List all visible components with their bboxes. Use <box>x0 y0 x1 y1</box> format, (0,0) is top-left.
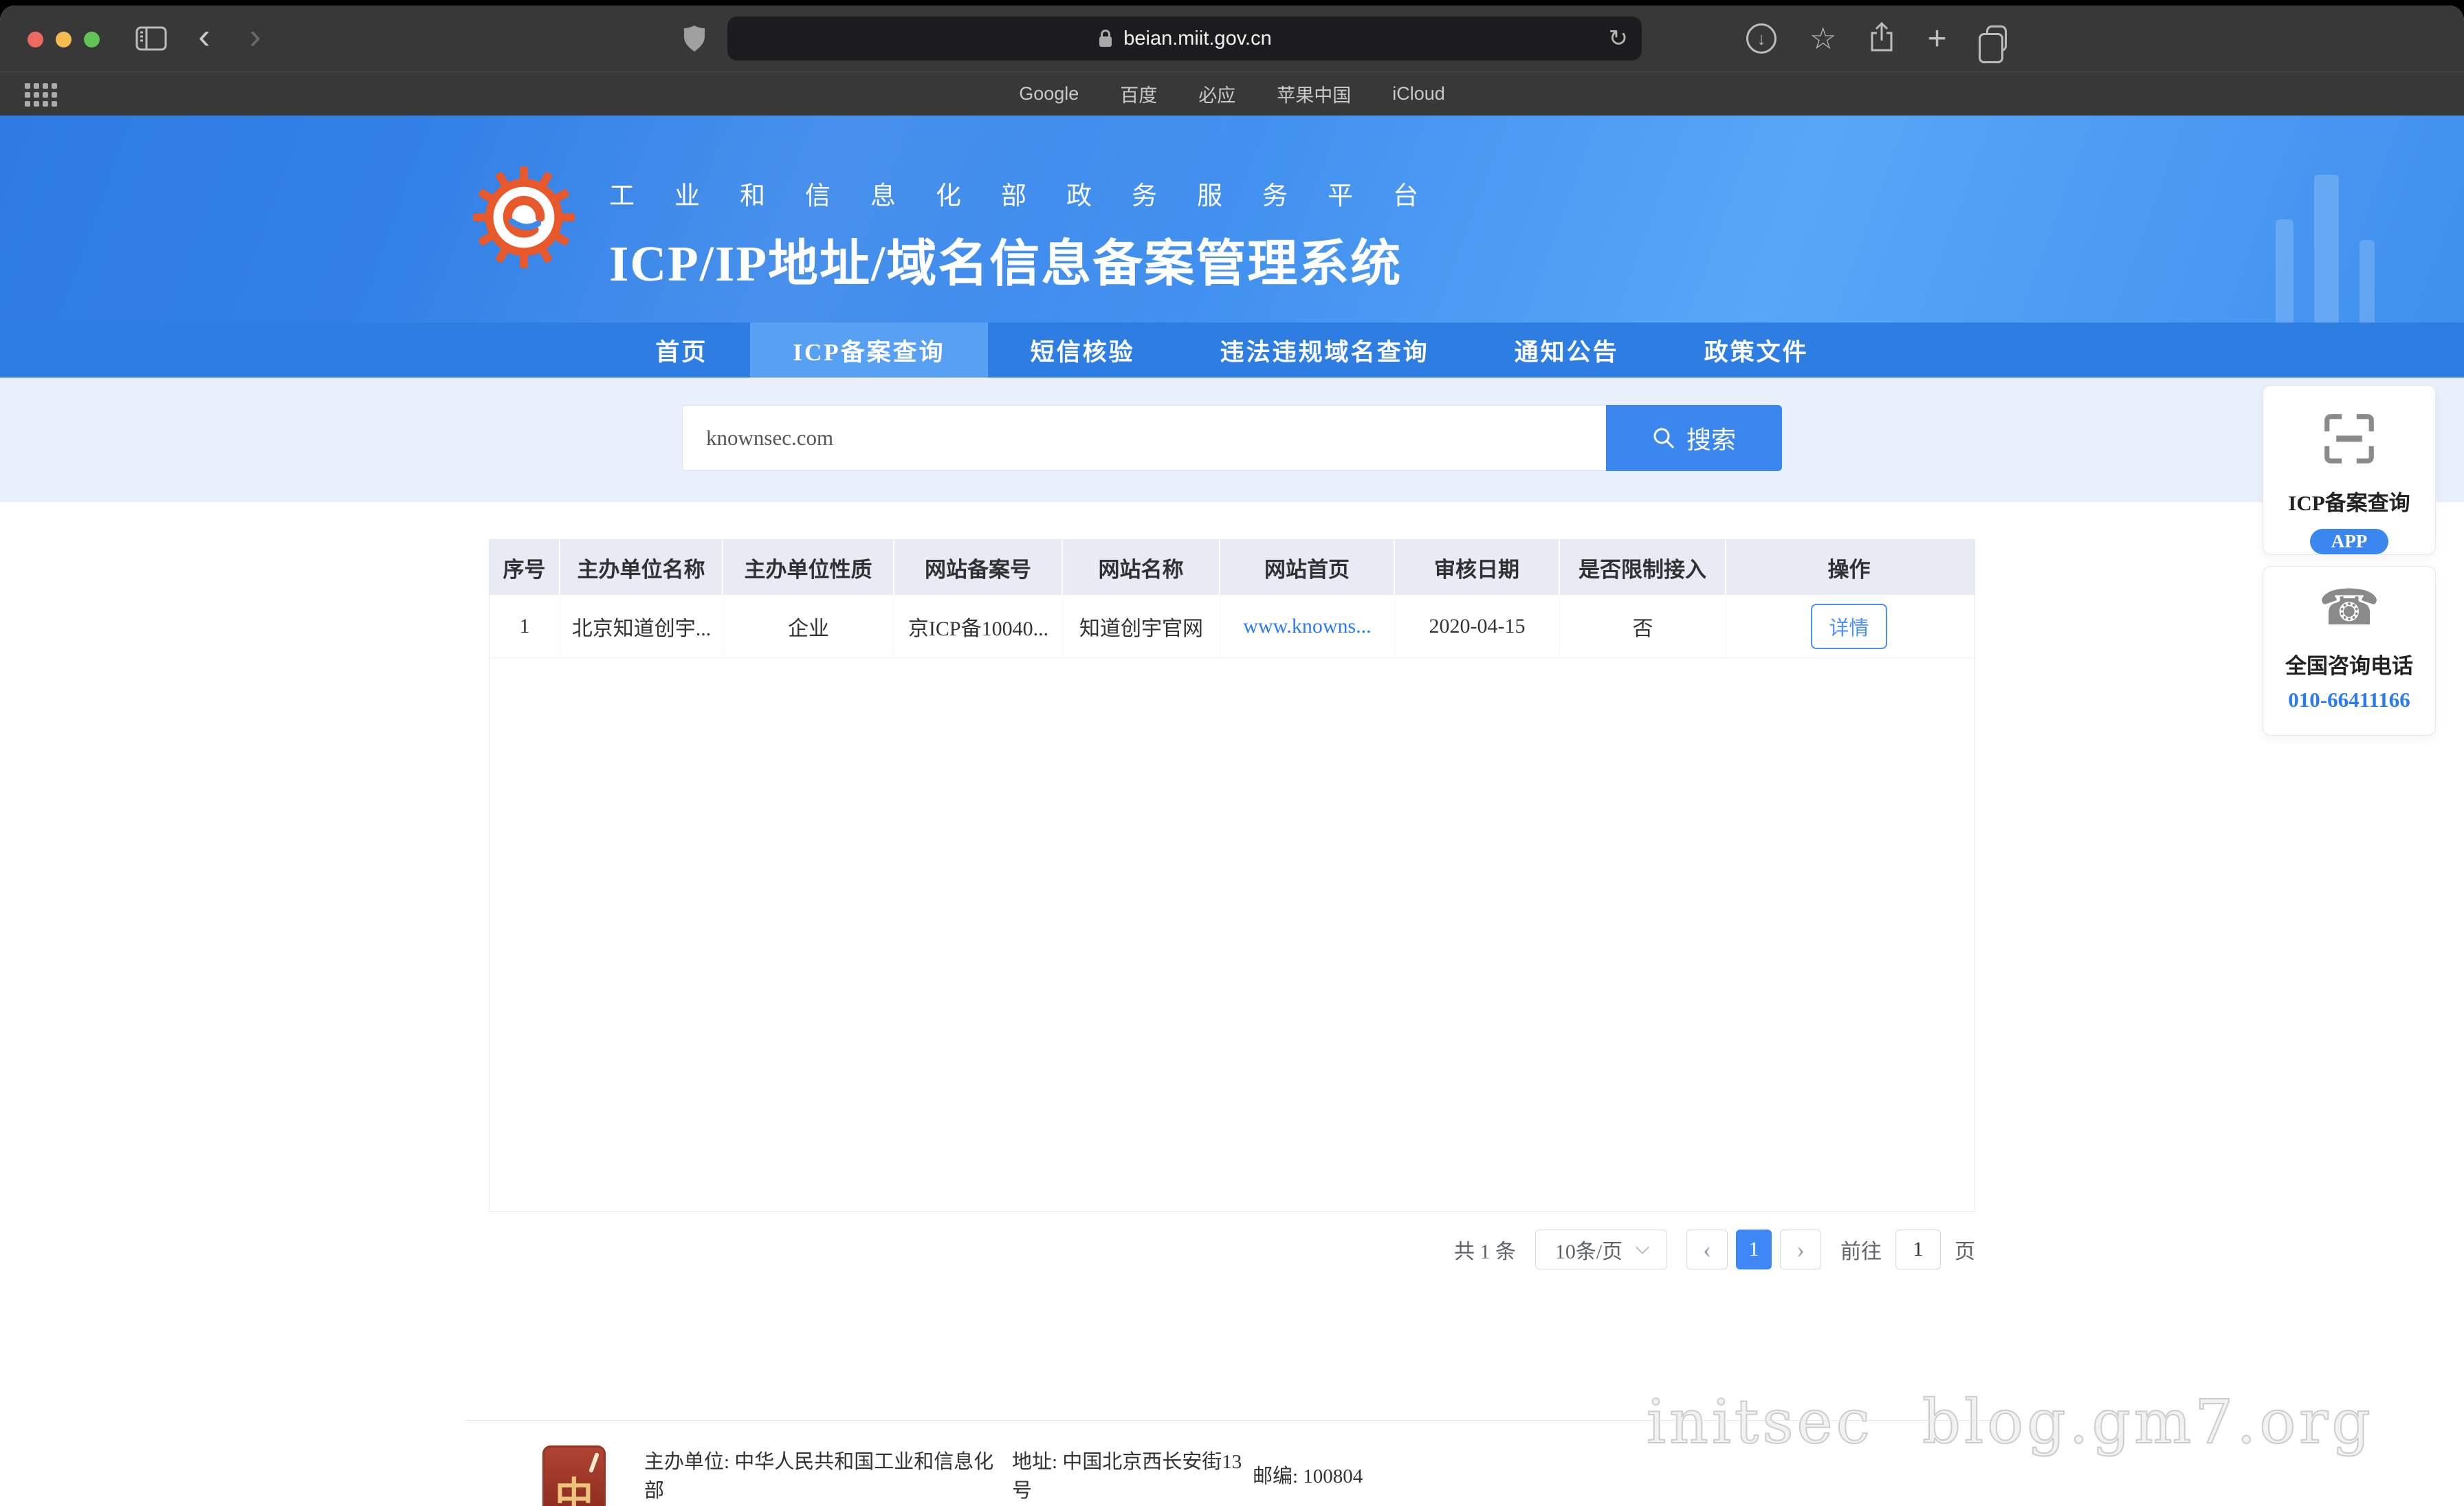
close-window-button[interactable] <box>28 32 43 47</box>
telephone-icon: ☎ <box>2318 580 2380 635</box>
results-table: 序号 主办单位名称 主办单位性质 网站备案号 网站名称 网站首页 审核日期 是否… <box>489 539 1975 1212</box>
zoom-window-button[interactable] <box>84 32 100 47</box>
detail-button[interactable]: 详情 <box>1811 604 1886 649</box>
nav-item-policy-files[interactable]: 政策文件 <box>1662 323 1851 378</box>
cell-restricted: 否 <box>1560 595 1726 657</box>
site-title: ICP/IP地址/域名信息备案管理系统 <box>609 223 1458 296</box>
col-restricted: 是否限制接入 <box>1560 540 1726 595</box>
next-page-button[interactable]: › <box>1780 1230 1821 1269</box>
col-homepage: 网站首页 <box>1220 540 1395 595</box>
favorites-grid-icon[interactable] <box>25 83 57 107</box>
reload-icon[interactable]: ↻ <box>1609 25 1629 52</box>
footer-address: 地址: 中国北京西长安街13号 <box>1012 1445 1253 1503</box>
col-site-name: 网站名称 <box>1063 540 1220 595</box>
col-org-type: 主办单位性质 <box>723 540 894 595</box>
col-review-date: 审核日期 <box>1395 540 1560 595</box>
webpage: 工业和信息化部政务服务平台 ICP/IP地址/域名信息备案管理系统 首页 ICP… <box>0 116 2464 1506</box>
footer-postcode: 邮编: 100804 <box>1253 1460 1363 1489</box>
forward-button[interactable]: › <box>238 6 272 72</box>
table-row: 1 北京知道创宇... 企业 京ICP备10040... 知道创宇官网 www.… <box>490 595 1974 658</box>
main-nav: 首页 ICP备案查询 短信核验 违法违规域名查询 通知公告 政策文件 <box>0 323 2464 378</box>
browser-titlebar: ‹ › beian.miit.gov.cn ↻ ↓ ☆ + <box>0 6 2464 72</box>
goto-label: 前往 <box>1840 1234 1882 1265</box>
site-footer: 主办单位: 中华人民共和国工业和信息化部 地址: 中国北京西长安街13号 邮编:… <box>465 1420 1999 1506</box>
col-actions: 操作 <box>1726 540 1972 595</box>
nav-item-sms-verify[interactable]: 短信核验 <box>988 323 1178 378</box>
privacy-shield-icon[interactable] <box>679 6 710 72</box>
cell-organizer: 北京知道创宇... <box>560 595 723 657</box>
nav-item-icp-query[interactable]: ICP备案查询 <box>750 323 987 378</box>
app-badge[interactable]: APP <box>2310 529 2388 554</box>
site-header: 工业和信息化部政务服务平台 ICP/IP地址/域名信息备案管理系统 <box>0 116 2464 323</box>
bookmark-apple-china[interactable]: 苹果中国 <box>1277 80 1351 107</box>
footer-organizer: 主办单位: 中华人民共和国工业和信息化部 <box>644 1445 1012 1503</box>
new-tab-icon[interactable]: + <box>1927 20 1946 58</box>
address-bar[interactable]: beian.miit.gov.cn ↻ <box>727 17 1642 61</box>
total-count-label: 共 1 条 <box>1454 1234 1516 1265</box>
icp-app-card[interactable]: ICP备案查询 APP <box>2263 385 2436 555</box>
current-page-button[interactable]: 1 <box>1736 1230 1772 1269</box>
col-seq: 序号 <box>490 540 560 595</box>
nav-item-home[interactable]: 首页 <box>613 323 750 378</box>
hotline-card[interactable]: ☎ 全国咨询电话 010-66411166 <box>2263 566 2436 736</box>
prev-page-button[interactable]: ‹ <box>1686 1230 1728 1269</box>
search-button[interactable]: 搜索 <box>1606 405 1782 471</box>
lock-icon <box>1097 28 1114 49</box>
app-card-title: ICP备案查询 <box>2288 485 2410 516</box>
search-icon <box>1652 426 1675 450</box>
bookmarks-star-icon[interactable]: ☆ <box>1810 21 1836 56</box>
cell-site-name: 知道创宇官网 <box>1063 595 1220 657</box>
goto-unit-label: 页 <box>1955 1234 1975 1265</box>
qr-scan-icon <box>2320 409 2379 472</box>
col-license: 网站备案号 <box>894 540 1063 595</box>
bookmark-google[interactable]: Google <box>1019 83 1079 105</box>
search-section: 搜索 <box>0 378 2464 502</box>
minimize-window-button[interactable] <box>56 32 72 47</box>
downloads-icon[interactable]: ↓ <box>1746 23 1776 54</box>
gear-logo-icon <box>473 166 575 296</box>
search-input[interactable] <box>682 405 1606 471</box>
bookmark-icloud[interactable]: iCloud <box>1392 83 1445 105</box>
url-text: beian.miit.gov.cn <box>1123 28 1271 50</box>
site-brand: 工业和信息化部政务服务平台 ICP/IP地址/域名信息备案管理系统 <box>473 166 1458 296</box>
hotline-title: 全国咨询电话 <box>2285 648 2413 679</box>
city-skyline-decoration <box>2276 175 2375 323</box>
nav-item-illegal-domain-query[interactable]: 违法违规域名查询 <box>1178 323 1472 378</box>
cell-seq: 1 <box>490 595 560 657</box>
cell-license: 京ICP备10040... <box>894 595 1063 657</box>
tab-overview-icon[interactable] <box>1986 25 2007 52</box>
homepage-link[interactable]: www.knowns... <box>1243 615 1371 638</box>
toolbar-right: ↓ ☆ + <box>1746 6 2007 72</box>
page-size-select[interactable]: 10条/页 <box>1535 1230 1667 1269</box>
hotline-number[interactable]: 010-66411166 <box>2288 688 2410 712</box>
sidebar-toggle-icon[interactable] <box>131 6 172 72</box>
browser-window: ‹ › beian.miit.gov.cn ↻ ↓ ☆ + <box>0 6 2464 1506</box>
chevron-down-icon <box>1636 1241 1649 1254</box>
bookmarks-bar: Google 百度 必应 苹果中国 iCloud <box>0 72 2464 116</box>
col-organizer: 主办单位名称 <box>560 540 723 595</box>
bookmark-bing[interactable]: 必应 <box>1198 80 1235 107</box>
pagination: 共 1 条 10条/页 ‹ 1 › 前往 页 <box>489 1230 1975 1269</box>
nav-item-announcements[interactable]: 通知公告 <box>1472 323 1662 378</box>
table-header-row: 序号 主办单位名称 主办单位性质 网站备案号 网站名称 网站首页 审核日期 是否… <box>490 540 1974 595</box>
back-button[interactable]: ‹ <box>187 6 221 72</box>
goto-page-input[interactable] <box>1895 1230 1941 1269</box>
cell-review-date: 2020-04-15 <box>1395 595 1560 657</box>
bookmark-baidu[interactable]: 百度 <box>1120 80 1157 107</box>
platform-subtitle: 工业和信息化部政务服务平台 <box>609 175 1458 212</box>
share-icon[interactable] <box>1869 22 1894 56</box>
government-emblem-logo <box>542 1445 606 1506</box>
cell-org-type: 企业 <box>723 595 894 657</box>
